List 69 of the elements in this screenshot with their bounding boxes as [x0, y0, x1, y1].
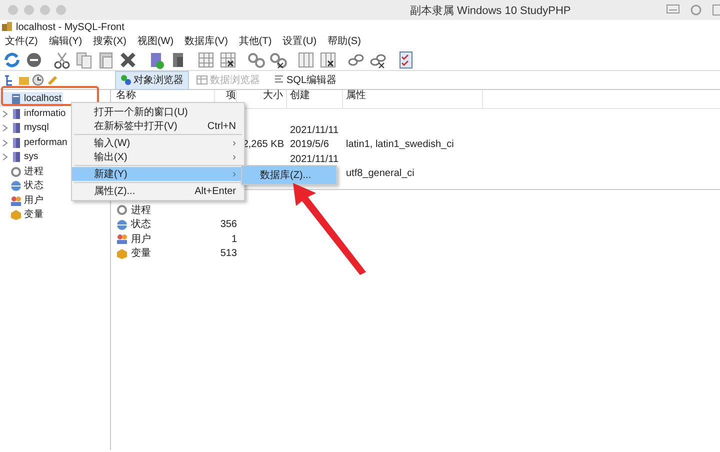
settings-icon[interactable]	[690, 4, 702, 16]
table-cell-text: 用户	[131, 232, 151, 247]
table-cell: 356	[220, 219, 237, 230]
table-cell: 2021/11/11	[290, 154, 339, 165]
table-cell: latin1, latin1_swedish_ci	[346, 139, 454, 150]
column-header[interactable]: 创建	[290, 90, 310, 101]
globe-icon	[10, 180, 22, 192]
menu-item[interactable]: 属性(Z)... Alt+Enter	[72, 184, 244, 198]
users-icon	[10, 194, 22, 207]
menu-item[interactable]: 帮助(S)	[328, 34, 361, 49]
clipboard-icon[interactable]	[712, 4, 720, 16]
database-icon	[10, 108, 22, 120]
menu-item[interactable]: 在新标签中打开(V) Ctrl+N	[72, 119, 244, 133]
clock-icon[interactable]	[32, 74, 44, 86]
grid-icon	[196, 74, 208, 86]
database-icon	[10, 122, 22, 134]
server-icon	[10, 93, 22, 106]
table-icon[interactable]	[219, 50, 237, 68]
table-cell: 1	[231, 234, 237, 245]
table-cell-text: 状态	[131, 218, 151, 232]
column-header[interactable]: 大小	[263, 90, 283, 101]
table-icon[interactable]	[319, 50, 337, 68]
view-tab[interactable]: 对象浏览器	[114, 70, 188, 90]
cube-icon	[10, 209, 22, 222]
checklist-icon[interactable]	[397, 50, 415, 68]
tree-icon[interactable]	[3, 74, 15, 86]
table-cell: utf8_general_ci	[346, 168, 414, 180]
column-header[interactable]: 属性	[346, 90, 366, 101]
menu-item[interactable]: 其他(T)	[238, 34, 272, 49]
tree-item[interactable]: mysql	[0, 121, 50, 136]
menu-item[interactable]: 编辑(Y)	[48, 34, 82, 49]
column-header[interactable]: 项	[226, 90, 236, 101]
stop-icon[interactable]	[25, 50, 43, 68]
window-title: 副本隶属 Windows 10 StudyPHP	[410, 4, 571, 19]
menu-item[interactable]: 数据库(Z)...	[242, 166, 336, 184]
menu-item[interactable]: 文件(Z)	[5, 34, 38, 49]
cube-icon	[116, 248, 128, 260]
view-tab[interactable]: SQL编辑器	[268, 70, 342, 90]
users-icon	[116, 233, 128, 246]
tree-item[interactable]: 状态	[0, 179, 45, 194]
objects-icon	[120, 74, 132, 86]
database-icon	[10, 136, 22, 149]
column-header[interactable]: 名称	[116, 90, 136, 101]
table-cell-text: 变量	[131, 246, 151, 262]
scissors-icon[interactable]	[53, 50, 71, 68]
menu-item[interactable]: 设置(U)	[282, 34, 317, 49]
menu-item[interactable]: 输入(W) ›	[72, 136, 244, 150]
tree-item[interactable]: 进程	[0, 164, 45, 179]
menu-item[interactable]: 输出(X) ›	[72, 150, 244, 164]
table-cell: 513	[220, 248, 237, 260]
app-title: localhost - MySQL-Front	[16, 20, 124, 34]
menu-item[interactable]: 新建(Y) ›	[72, 167, 244, 181]
tree-item[interactable]: 变量	[0, 208, 45, 222]
table-cell: 2021/11/11	[290, 124, 339, 136]
tree-item[interactable]: informatio	[0, 106, 67, 121]
globe-icon	[116, 218, 128, 231]
table-cell-text: 进程	[131, 204, 151, 218]
database-icon	[10, 151, 22, 164]
refresh-icon[interactable]	[3, 50, 21, 68]
table-cell: 2019/5/6	[290, 139, 329, 150]
menu-item[interactable]: 视图(W)	[137, 34, 174, 49]
app-icon	[2, 22, 13, 32]
tree-item[interactable]: performan	[0, 136, 68, 150]
menu-item[interactable]: 搜索(X)	[93, 34, 126, 49]
delete-icon[interactable]	[119, 50, 137, 68]
tree-item[interactable]: 用户	[0, 194, 45, 208]
tree-item[interactable]: sys	[0, 150, 40, 164]
menu-item[interactable]: 数据库(V)	[184, 34, 228, 49]
menu-item[interactable]: 打开一个新的窗口(U)	[72, 105, 244, 119]
